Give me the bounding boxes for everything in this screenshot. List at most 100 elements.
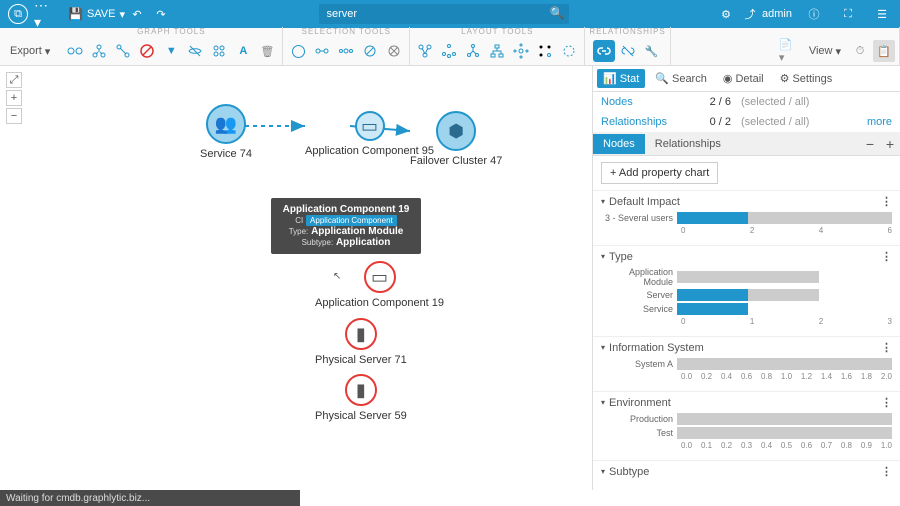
section-infosys-title[interactable]: Information System	[609, 342, 704, 354]
section-menu-icon[interactable]: ⋮	[881, 396, 892, 409]
section-type-title[interactable]: Type	[609, 251, 633, 263]
save-button[interactable]: 💾 SAVE ▾	[68, 7, 125, 21]
component-icon: ▭	[355, 111, 385, 141]
layout-circle-icon[interactable]	[558, 40, 580, 62]
tab-search[interactable]: 🔍 Search	[649, 69, 713, 88]
add-property-chart-button[interactable]: + Add property chart	[601, 162, 718, 184]
chart-label: Test	[601, 428, 677, 438]
layout-1-icon[interactable]	[414, 40, 436, 62]
sel-expand-icon[interactable]	[311, 40, 333, 62]
node-label: Application Component 19	[315, 297, 444, 309]
server-icon: ▮	[345, 318, 377, 350]
component-icon: ▭↖	[364, 261, 396, 293]
sel-neighbors-icon[interactable]	[335, 40, 357, 62]
selection-tools-label: SELECTION TOOLS	[302, 27, 391, 37]
rel-link-icon[interactable]	[593, 40, 615, 62]
tool-expand-icon[interactable]	[88, 40, 110, 62]
subtab-nodes[interactable]: Nodes	[593, 134, 645, 154]
zoom-in-button[interactable]: +	[6, 90, 22, 106]
hamburger-icon[interactable]: ☰	[870, 2, 894, 26]
settings-gears-icon[interactable]: ⚙	[714, 2, 738, 26]
app-logo[interactable]: ⧉	[6, 2, 30, 26]
section-impact-title[interactable]: Default Impact	[609, 196, 680, 208]
upload-icon[interactable]: ⤴	[738, 2, 762, 26]
node-physical-server-59[interactable]: ▮ Physical Server 59	[315, 374, 407, 422]
section-subtype-title[interactable]: Subtype	[609, 466, 649, 478]
stats-rels-value: 0 / 2	[691, 116, 731, 128]
tool-filter-icon[interactable]: ▼	[160, 40, 182, 62]
search-input[interactable]	[319, 4, 569, 24]
sel-all-icon[interactable]	[287, 40, 309, 62]
section-menu-icon[interactable]: ⋮	[881, 341, 892, 354]
user-label[interactable]: admin	[762, 8, 792, 20]
notes-icon[interactable]: 📋	[873, 40, 895, 62]
stats-more-link[interactable]: more	[867, 116, 892, 128]
section-menu-icon[interactable]: ⋮	[881, 465, 892, 478]
add-button[interactable]: +	[880, 136, 900, 152]
chart-label: Server	[601, 290, 677, 300]
chart-label: Service	[601, 304, 677, 314]
fullscreen-icon[interactable]: ⛶	[836, 2, 860, 26]
tool-delete-icon[interactable]: 🗑	[256, 40, 278, 62]
chart-label: System A	[601, 359, 677, 369]
stats-nodes-desc: (selected / all)	[741, 96, 809, 108]
chart-label: Application Module	[601, 267, 677, 287]
node-label: Physical Server 59	[315, 410, 407, 422]
zoom-fit-button[interactable]: ⤢	[6, 72, 22, 88]
subtab-relationships[interactable]: Relationships	[645, 134, 731, 154]
tab-stat[interactable]: 📊 Stat	[597, 69, 645, 88]
tooltip-title: Application Component 19	[279, 204, 413, 215]
rel-unlink-icon[interactable]	[617, 40, 639, 62]
tool-hide-icon[interactable]	[184, 40, 206, 62]
undo-button[interactable]: ↶	[125, 2, 149, 26]
side-panel: 📊 Stat 🔍 Search ◉ Detail ⚙ Settings Node…	[592, 66, 900, 490]
view-button[interactable]: View ▾	[803, 40, 847, 62]
graph-tools-label: GRAPH TOOLS	[137, 27, 206, 37]
tooltip-badge: Application Component	[306, 215, 397, 226]
tool-text-icon[interactable]: A	[232, 40, 254, 62]
section-menu-icon[interactable]: ⋮	[881, 195, 892, 208]
chart-label: Production	[601, 414, 677, 424]
sel-none-icon[interactable]	[383, 40, 405, 62]
layout-hier-icon[interactable]	[486, 40, 508, 62]
chart-label: 3 - Several users	[601, 213, 677, 223]
save-label: SAVE	[87, 8, 116, 20]
redo-button[interactable]: ↷	[149, 2, 173, 26]
export-button[interactable]: Export ▾	[4, 40, 56, 62]
node-tooltip: Application Component 19 CI Application …	[271, 198, 421, 254]
zoom-out-button[interactable]: −	[6, 108, 22, 124]
sel-invert-icon[interactable]	[359, 40, 381, 62]
doc-icon[interactable]: 📄 ▾	[779, 40, 801, 62]
node-label: Failover Cluster 47	[410, 155, 502, 167]
layout-grid-icon[interactable]	[534, 40, 556, 62]
tool-add-node[interactable]	[64, 40, 86, 62]
node-failover-cluster-47[interactable]: ⬢ Failover Cluster 47	[410, 111, 502, 167]
collapse-button[interactable]: −	[860, 136, 880, 152]
node-app-component-19[interactable]: ▭↖ Application Component 19	[315, 261, 444, 309]
node-service-74[interactable]: 👥 Service 74	[200, 104, 252, 160]
search-icon[interactable]: 🔍	[550, 6, 565, 20]
stats-nodes-label: Nodes	[601, 96, 681, 108]
cluster-icon: ⬢	[436, 111, 476, 151]
tab-settings[interactable]: ⚙ Settings	[774, 69, 839, 88]
node-physical-server-71[interactable]: ▮ Physical Server 71	[315, 318, 407, 366]
layout-radial-icon[interactable]	[510, 40, 532, 62]
tool-forbidden-icon[interactable]	[136, 40, 158, 62]
status-bar: Waiting for cmdb.graphlytic.biz...	[0, 490, 300, 506]
layout-2-icon[interactable]	[438, 40, 460, 62]
stats-nodes-value: 2 / 6	[691, 96, 731, 108]
layout-tree-icon[interactable]	[462, 40, 484, 62]
tool-group-icon[interactable]	[208, 40, 230, 62]
graph-canvas[interactable]: ⤢ + − 👥 Service 74 ▭ Application Compone…	[0, 66, 592, 490]
section-env-title[interactable]: Environment	[609, 397, 671, 409]
stats-rels-label: Relationships	[601, 116, 681, 128]
section-menu-icon[interactable]: ⋮	[881, 250, 892, 263]
rel-settings-icon[interactable]: 🔧	[641, 40, 663, 62]
tab-detail[interactable]: ◉ Detail	[717, 69, 770, 88]
timer-icon[interactable]: ⏱	[849, 40, 871, 62]
info-icon[interactable]: ⓘ	[802, 2, 826, 26]
tool-connect-icon[interactable]	[112, 40, 134, 62]
node-label: Physical Server 71	[315, 354, 407, 366]
server-icon: ▮	[345, 374, 377, 406]
menu-dots[interactable]: ⋯ ▾	[34, 2, 58, 26]
